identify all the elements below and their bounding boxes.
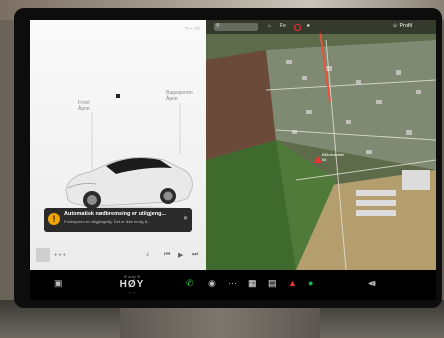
car-icon[interactable]: ▣ bbox=[54, 278, 63, 289]
joystick-icon[interactable]: ▲ bbox=[288, 278, 297, 288]
alert-subtitle: Funksjonen er utilgjengelig. Det er ikke… bbox=[64, 219, 151, 224]
warning-icon: ! bbox=[48, 213, 60, 225]
media-source: ● ● ● bbox=[54, 252, 66, 258]
map-imagery bbox=[206, 20, 436, 270]
touchscreen: □ − ○○ Front Åpne Bagasjerom Åpne ! Auto… bbox=[30, 20, 436, 270]
work-shortcut[interactable]: Fo bbox=[280, 23, 286, 29]
profile-button[interactable]: ☺ Profil bbox=[392, 23, 412, 29]
map-top-bar: ⚲ ⌂ Fo ★ ☺ Profil bbox=[206, 20, 436, 34]
climate-control[interactable]: ❄ auto ❄ HØY ‹ · › bbox=[112, 274, 152, 295]
temperature-value: HØY bbox=[119, 279, 145, 290]
camera-icon[interactable]: ◉ bbox=[208, 278, 216, 289]
media-player: ● ● ● ♪ ⏮ ▶ ⏭ bbox=[30, 242, 206, 270]
play-button[interactable]: ▶ bbox=[178, 251, 183, 259]
mirror-icon bbox=[116, 94, 120, 98]
location-pin-icon[interactable] bbox=[314, 156, 322, 163]
spotify-icon[interactable]: ● bbox=[308, 278, 313, 288]
search-icon: ⚲ bbox=[216, 23, 220, 29]
record-icon[interactable] bbox=[294, 24, 301, 31]
satellite-map[interactable]: ⚲ ⌂ Fo ★ ☺ Profil Bilforhandler Bil bbox=[206, 20, 436, 270]
music-note-icon[interactable]: ♪ bbox=[146, 251, 150, 258]
volume-icon[interactable]: ◀▮ bbox=[368, 280, 376, 287]
temperature-arrows[interactable]: ‹ · › bbox=[112, 290, 152, 295]
previous-track-button[interactable]: ⏮ bbox=[164, 251, 170, 259]
next-track-button[interactable]: ⏭ bbox=[192, 251, 198, 259]
alert-banner[interactable]: ! Automatisk nødbremsing er utilgjeng...… bbox=[44, 208, 192, 232]
bottom-dock: ▣ ❄ auto ❄ HØY ‹ · › ✆ ◉ ⋯ ▦ ▤ ▲ ● ◀▮ bbox=[30, 270, 436, 300]
calendar-icon[interactable]: ▦ bbox=[248, 278, 257, 289]
star-icon[interactable]: ★ bbox=[306, 23, 310, 29]
alert-title: Automatisk nødbremsing er utilgjeng... bbox=[64, 211, 167, 217]
dots-icon[interactable]: ⋯ bbox=[228, 278, 237, 289]
album-art[interactable] bbox=[36, 248, 50, 262]
car-panel: □ − ○○ Front Åpne Bagasjerom Åpne ! Auto… bbox=[30, 20, 206, 270]
home-icon[interactable]: ⌂ bbox=[268, 23, 271, 29]
notes-icon[interactable]: ▤ bbox=[268, 278, 277, 289]
close-icon[interactable]: ✕ bbox=[183, 215, 188, 222]
pin-label-line2: Bil bbox=[322, 157, 327, 162]
pin-label: Bilforhandler Bil bbox=[322, 152, 344, 162]
phone-icon[interactable]: ✆ bbox=[186, 278, 194, 289]
search-input[interactable] bbox=[214, 23, 258, 31]
